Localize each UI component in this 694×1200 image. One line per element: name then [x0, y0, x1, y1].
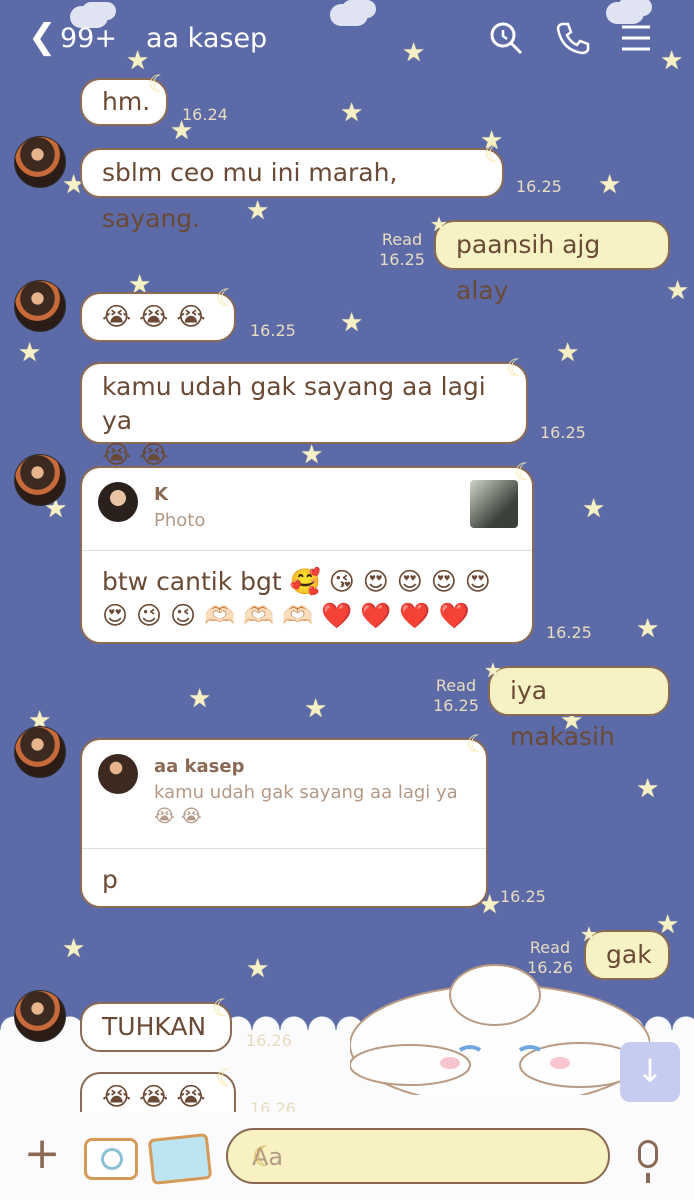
star-icon: ★ [556, 338, 580, 368]
star-icon: ★ [598, 170, 622, 200]
message-time: 16.25 [500, 887, 546, 906]
read-label: Read [381, 230, 423, 249]
phone-icon[interactable] [554, 20, 590, 56]
reply-photo-thumbnail [470, 480, 518, 528]
search-icon[interactable] [488, 20, 524, 56]
avatar[interactable] [14, 990, 66, 1042]
emoji-moon-icon[interactable]: ☾ [252, 1140, 592, 1173]
message-text: iya makasih [510, 676, 615, 751]
star-icon: ★ [582, 494, 606, 524]
star-icon: ★ [666, 276, 690, 306]
reply-message-card[interactable]: aa kasep kamu udah gak sayang aa lagi ya… [80, 738, 488, 908]
message-text: 😍 😉 😉 🫶🏻 🫶🏻 🫶🏻 ❤️ ❤️ ❤️ ❤️ [102, 601, 470, 630]
cinnamoroll-illustration [350, 964, 650, 1095]
chat-title[interactable]: aa kasep [146, 22, 267, 56]
message-text: hm. [102, 87, 151, 116]
plus-icon[interactable]: + [22, 1132, 62, 1176]
message-time: 16.25 [546, 623, 592, 642]
message-time: 16.25 [379, 250, 425, 269]
arrow-down-icon: ↓ [636, 1052, 664, 1090]
message-bubble[interactable]: sblm ceo mu ini marah, sayang. [80, 148, 504, 233]
message-text: 😭 😭 😭 [102, 302, 206, 331]
message-bubble[interactable]: 😭 😭 😭 [80, 1072, 236, 1116]
message-text: TUHKAN [102, 1012, 207, 1041]
reply-message-card[interactable]: K Photo btw cantik bgt 🥰 😘 😍 😍 😍 😍 😍 😉 😉… [80, 466, 534, 644]
message-time: 16.25 [250, 321, 296, 340]
read-receipt: Read 16.25 [430, 676, 482, 716]
message-text: p [102, 865, 118, 894]
reply-text: kamu udah gak sayang aa lagi ya [154, 782, 458, 803]
star-icon: ★ [340, 308, 364, 338]
moon-icon: ☾ [212, 994, 234, 1022]
message-time: 16.25 [540, 423, 586, 442]
reply-name: aa kasep [154, 756, 245, 777]
star-icon: ★ [62, 934, 86, 964]
reply-avatar [98, 754, 138, 794]
reply-preview[interactable]: aa kasep kamu udah gak sayang aa lagi ya… [82, 740, 486, 849]
message-bubble[interactable]: paansih ajg alay [434, 220, 670, 305]
star-icon: ★ [636, 774, 660, 804]
message-time: 16.25 [433, 696, 479, 715]
reply-preview[interactable]: K Photo [82, 468, 532, 551]
message-input[interactable]: Aa ☾ [226, 1128, 610, 1184]
avatar[interactable] [14, 726, 66, 778]
moon-icon: ☾ [216, 1064, 238, 1092]
mic-icon[interactable] [638, 1140, 658, 1183]
read-label: Read [435, 676, 477, 695]
chat-screen: ★ ★ ★ ★ ★ ★ ★ ★ ★ ★ ★ ★ ★ ★ ★ ★ ★ ★ ★ ★ … [0, 0, 694, 1200]
star-icon: ★ [188, 684, 212, 714]
message-bubble[interactable]: iya makasih [488, 666, 670, 751]
star-icon: ★ [340, 98, 364, 128]
message-bubble[interactable]: 😭 😭 😭 [80, 292, 236, 342]
read-receipt: Read 16.25 [376, 230, 428, 270]
reply-text: 😭 😭 [154, 806, 202, 827]
message-bubble[interactable]: kamu udah gak sayang aa lagi ya 😭 😭 [80, 362, 528, 469]
message-text: paansih ajg alay [456, 230, 601, 305]
message-time: 16.24 [182, 105, 228, 124]
message-time: 16.25 [516, 177, 562, 196]
moon-icon: ☾ [148, 70, 170, 98]
unread-count[interactable]: 99+ [60, 22, 117, 56]
star-icon: ★ [304, 694, 328, 724]
message-bubble[interactable]: TUHKAN [80, 1002, 232, 1052]
back-chevron-icon[interactable]: ❮ [28, 20, 57, 54]
avatar[interactable] [14, 454, 66, 506]
star-icon: ★ [580, 922, 598, 946]
star-icon: ★ [484, 658, 502, 682]
moon-icon: ☾ [216, 284, 238, 312]
camera-icon[interactable] [84, 1138, 138, 1180]
star-icon: ★ [246, 954, 270, 984]
moon-icon: ☾ [506, 354, 528, 382]
message-time: 16.26 [246, 1031, 292, 1050]
reply-type: Photo [154, 510, 206, 531]
avatar[interactable] [14, 280, 66, 332]
star-icon: ★ [18, 338, 42, 368]
message-text: kamu udah gak sayang aa lagi ya [102, 372, 486, 435]
message-text: btw cantik bgt 🥰 😘 😍 😍 😍 😍 [102, 567, 491, 596]
chat-header: ❮ 99+ aa kasep [0, 0, 694, 78]
star-icon: ★ [246, 196, 270, 226]
reply-name: K [154, 484, 168, 505]
scroll-to-bottom-button[interactable]: ↓ [620, 1042, 680, 1102]
menu-icon[interactable] [618, 20, 654, 56]
message-toolbar: + Aa ☾ [0, 1112, 694, 1200]
reply-avatar [98, 482, 138, 522]
moon-icon: ☾ [514, 458, 536, 486]
moon-icon: ☾ [466, 730, 488, 758]
gallery-icon[interactable] [147, 1132, 213, 1186]
avatar[interactable] [14, 136, 66, 188]
message-text: 😭 😭 😭 [102, 1082, 206, 1111]
star-icon: ★ [430, 212, 448, 236]
star-icon: ★ [636, 614, 660, 644]
moon-icon: ☾ [484, 140, 506, 168]
